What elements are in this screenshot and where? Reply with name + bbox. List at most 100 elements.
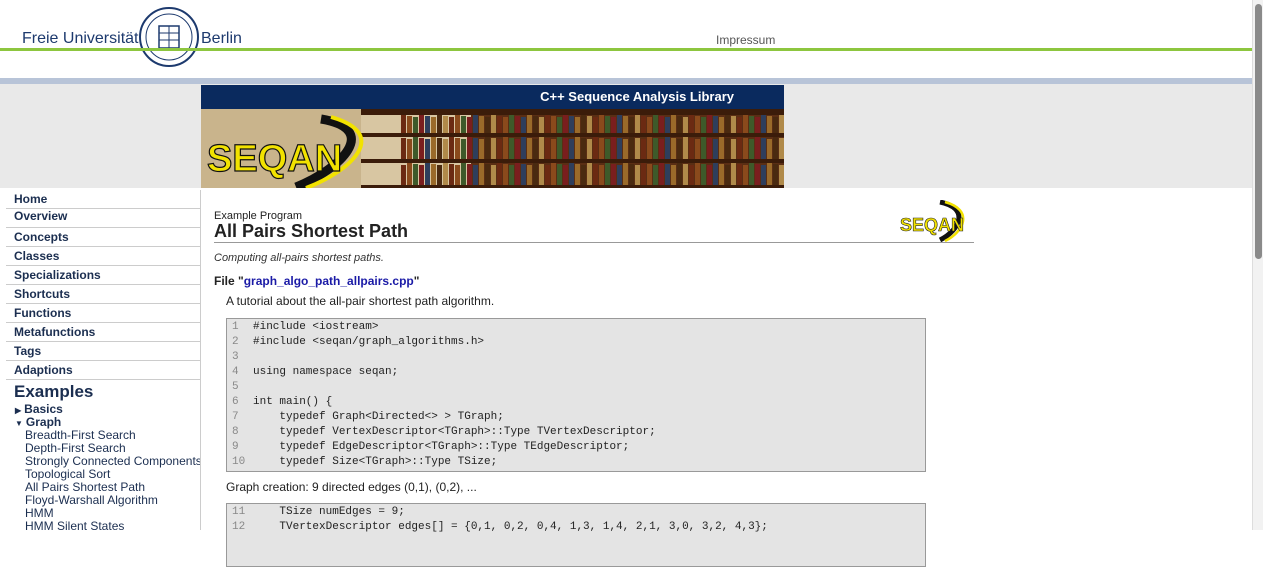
book-spine xyxy=(461,116,466,133)
book-spine xyxy=(551,139,556,159)
sidebar-item-overview[interactable]: Overview xyxy=(6,209,200,228)
scrollbar-thumb[interactable] xyxy=(1255,4,1262,259)
book-spine xyxy=(527,138,532,159)
book-spine xyxy=(617,115,622,133)
file-link[interactable]: graph_algo_path_allpairs.cpp xyxy=(244,274,414,288)
examples-heading[interactable]: Examples xyxy=(14,382,93,402)
university-name-right[interactable]: Berlin xyxy=(201,30,242,48)
book-spine xyxy=(473,165,478,185)
book-spine xyxy=(731,116,736,133)
book-spine xyxy=(533,163,538,185)
book-spine xyxy=(647,137,652,159)
sidebar-item-label: Home xyxy=(14,192,48,206)
book-spine xyxy=(767,139,772,159)
sidebar-item-home[interactable]: Home xyxy=(6,190,200,209)
book-spine xyxy=(689,165,694,185)
book-spine xyxy=(443,116,448,133)
file-suffix: " xyxy=(413,274,420,288)
book-spine xyxy=(575,164,580,185)
book-spine xyxy=(605,116,610,133)
book-spine xyxy=(587,116,592,133)
code-line: 7 typedef Graph<Directed<> > TGraph; xyxy=(227,411,925,426)
sidebar-item-classes[interactable]: Classes xyxy=(6,247,200,266)
examples-group-basics[interactable]: ▶ Basics xyxy=(15,402,63,416)
book-spine xyxy=(497,163,502,185)
example-link[interactable]: Depth-First Search xyxy=(25,441,200,455)
university-seal-icon[interactable] xyxy=(138,6,200,68)
sidebar-item-metafunctions[interactable]: Metafunctions xyxy=(6,323,200,342)
book-spine xyxy=(755,164,760,185)
book-spine xyxy=(659,163,664,185)
example-link[interactable]: HMM xyxy=(25,506,200,520)
sidebar-item-specializations[interactable]: Specializations xyxy=(6,266,200,285)
book-spine xyxy=(767,163,772,185)
example-link[interactable]: Strongly Connected Components xyxy=(25,454,200,468)
book-spine xyxy=(701,164,706,185)
sidebar-item-concepts[interactable]: Concepts xyxy=(6,228,200,247)
book-spine xyxy=(683,137,688,159)
book-spine xyxy=(773,164,778,185)
book-spine xyxy=(473,138,478,159)
book-spine xyxy=(461,163,466,185)
book-spine xyxy=(563,165,568,185)
code-line-content: TSize numEdges = 9; xyxy=(253,506,405,518)
code-line: 9 typedef EdgeDescriptor<TGraph>::Type T… xyxy=(227,441,925,456)
book-spine xyxy=(551,163,556,185)
book-spine xyxy=(407,163,412,185)
example-link[interactable]: Topological Sort xyxy=(25,467,200,481)
book-spine xyxy=(743,115,748,133)
examples-group-graph[interactable]: ▼ Graph xyxy=(15,415,61,429)
book-spine xyxy=(509,165,514,185)
book-spine xyxy=(425,116,430,133)
vertical-scrollbar[interactable] xyxy=(1252,0,1263,530)
code-line-number: 10 xyxy=(232,456,246,468)
book-spine xyxy=(641,116,646,133)
university-name-left[interactable]: Freie Universität xyxy=(22,30,138,48)
book-spine xyxy=(509,138,514,159)
code-block[interactable]: 1 #include <iostream> 2 #include <seqan/gra… xyxy=(226,318,926,472)
book-spine xyxy=(455,115,460,133)
book-spine xyxy=(599,138,604,159)
book-spine xyxy=(581,165,586,185)
seqan-banner: C++ Sequence Analysis Library SEQAN xyxy=(201,85,784,188)
book-spine xyxy=(659,139,664,159)
book-spine xyxy=(713,116,718,133)
code-line-number: 2 xyxy=(232,336,239,348)
book-spine xyxy=(761,115,766,133)
library-bookshelf-image: SEQAN xyxy=(201,109,784,188)
sidebar-item-label: Adaptions xyxy=(14,363,73,377)
impressum-link[interactable]: Impressum xyxy=(716,33,775,47)
book-spine xyxy=(635,165,640,185)
example-link[interactable]: Breadth-First Search xyxy=(25,428,200,442)
book-spine xyxy=(683,117,688,133)
book-spine xyxy=(635,115,640,133)
book-spine xyxy=(443,163,448,185)
book-spine xyxy=(623,139,628,159)
example-link[interactable]: Floyd-Warshall Algorithm xyxy=(25,493,200,507)
code-line-number: 8 xyxy=(232,426,239,438)
book-spine xyxy=(677,163,682,185)
tutorial-description: A tutorial about the all-pair shortest p… xyxy=(226,294,495,308)
sidebar-item-tags[interactable]: Tags xyxy=(6,342,200,361)
sidebar-item-functions[interactable]: Functions xyxy=(6,304,200,323)
book-spine xyxy=(449,164,454,185)
book-spine xyxy=(701,117,706,133)
example-link[interactable]: All Pairs Shortest Path xyxy=(25,480,200,494)
book-spine xyxy=(689,115,694,133)
book-spine xyxy=(491,165,496,185)
book-spine xyxy=(479,139,484,159)
code-line: 10 typedef Size<TGraph>::Type TSize; xyxy=(227,456,925,471)
book-spine xyxy=(629,137,634,159)
code-block[interactable]: 11 TSize numEdges = 9; 12 TVertexDescript… xyxy=(226,503,926,567)
book-spine xyxy=(617,165,622,185)
book-spine xyxy=(605,163,610,185)
example-link[interactable]: HMM Silent States xyxy=(25,519,200,533)
sidebar-item-adaptions[interactable]: Adaptions xyxy=(6,361,200,380)
book-spine xyxy=(413,137,418,159)
book-spine xyxy=(761,165,766,185)
book-spine xyxy=(581,138,586,159)
code-line-number: 12 xyxy=(232,521,246,533)
code-line-content: int main() { xyxy=(253,396,333,408)
code-line: 4 using namespace seqan; xyxy=(227,366,925,381)
sidebar-item-shortcuts[interactable]: Shortcuts xyxy=(6,285,200,304)
